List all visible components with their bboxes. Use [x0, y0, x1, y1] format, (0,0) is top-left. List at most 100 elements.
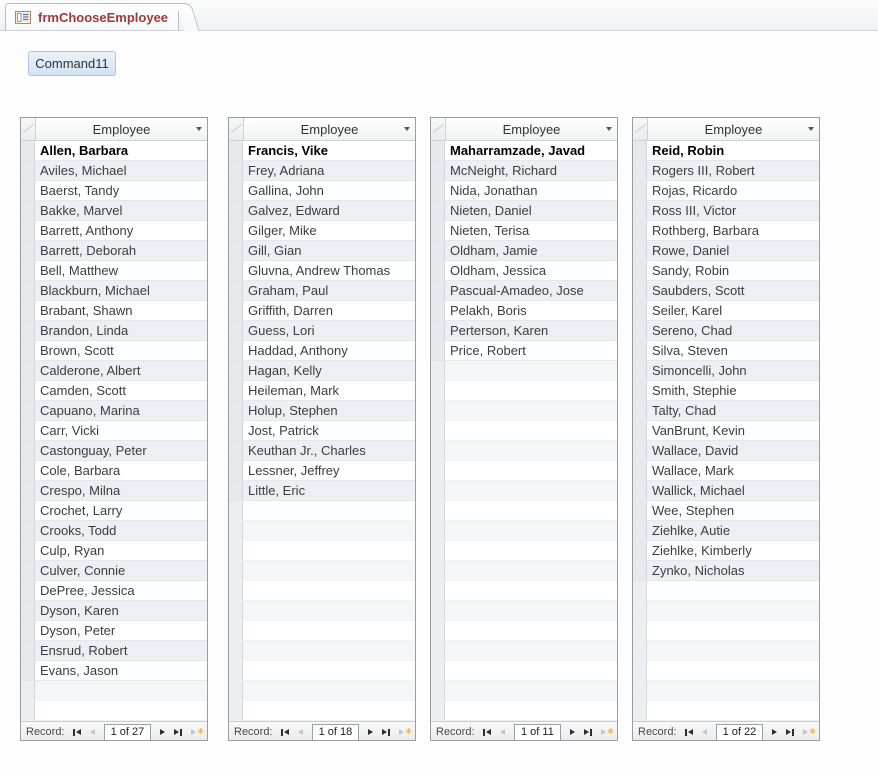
employee-name-cell[interactable]: Blackburn, Michael: [35, 281, 207, 300]
record-selector[interactable]: [229, 161, 243, 180]
record-selector[interactable]: [21, 601, 35, 620]
record-selector[interactable]: [431, 141, 445, 160]
employee-name-cell[interactable]: Guess, Lori: [243, 321, 415, 340]
select-all-corner[interactable]: [21, 118, 36, 140]
record-selector[interactable]: [21, 301, 35, 320]
employee-name-cell[interactable]: Camden, Scott: [35, 381, 207, 400]
last-record-button[interactable]: [379, 725, 393, 739]
employee-name-cell[interactable]: DePree, Jessica: [35, 581, 207, 600]
record-selector[interactable]: [21, 461, 35, 480]
record-selector[interactable]: [229, 181, 243, 200]
employee-name-cell[interactable]: Wee, Stephen: [647, 501, 819, 520]
record-position-box[interactable]: 1 of 27: [103, 723, 152, 740]
record-selector[interactable]: [21, 541, 35, 560]
employee-name-cell[interactable]: Maharramzade, Javad: [445, 141, 617, 160]
record-selector[interactable]: [229, 261, 243, 280]
employee-name-cell[interactable]: Frey, Adriana: [243, 161, 415, 180]
employee-name-cell[interactable]: Rojas, Ricardo: [647, 181, 819, 200]
employee-name-cell[interactable]: Pascual-Amadeo, Jose: [445, 281, 617, 300]
record-selector[interactable]: [21, 401, 35, 420]
record-selector[interactable]: [633, 321, 647, 340]
record-selector[interactable]: [21, 501, 35, 520]
record-selector[interactable]: [21, 321, 35, 340]
employee-name-cell[interactable]: Little, Eric: [243, 481, 415, 500]
employee-name-cell[interactable]: Gluvna, Andrew Thomas: [243, 261, 415, 280]
record-selector[interactable]: [633, 201, 647, 220]
record-selector[interactable]: [21, 561, 35, 580]
first-record-button[interactable]: [278, 725, 292, 739]
employee-name-cell[interactable]: Dyson, Peter: [35, 621, 207, 640]
employee-name-cell[interactable]: Evans, Jason: [35, 661, 207, 680]
record-selector[interactable]: [229, 221, 243, 240]
record-selector[interactable]: [21, 641, 35, 660]
record-selector[interactable]: [229, 381, 243, 400]
employee-name-cell[interactable]: Perterson, Karen: [445, 321, 617, 340]
employee-name-cell[interactable]: Wallace, Mark: [647, 461, 819, 480]
record-selector[interactable]: [633, 521, 647, 540]
record-selector[interactable]: [431, 341, 445, 360]
employee-name-cell[interactable]: Heileman, Mark: [243, 381, 415, 400]
record-selector[interactable]: [633, 441, 647, 460]
record-selector[interactable]: [21, 241, 35, 260]
tab-frmChooseEmployee[interactable]: frmChooseEmployee: [5, 3, 180, 30]
employee-name-cell[interactable]: Brabant, Shawn: [35, 301, 207, 320]
employee-name-cell[interactable]: Sereno, Chad: [647, 321, 819, 340]
record-selector[interactable]: [229, 141, 243, 160]
last-record-button[interactable]: [581, 725, 595, 739]
employee-name-cell[interactable]: Crochet, Larry: [35, 501, 207, 520]
employee-name-cell[interactable]: Ziehlke, Kimberly: [647, 541, 819, 560]
employee-name-cell[interactable]: Simoncelli, John: [647, 361, 819, 380]
record-selector[interactable]: [229, 421, 243, 440]
filter-dropdown-icon[interactable]: [196, 127, 202, 131]
employee-name-cell[interactable]: Graham, Paul: [243, 281, 415, 300]
employee-name-cell[interactable]: Rogers III, Robert: [647, 161, 819, 180]
record-selector[interactable]: [21, 161, 35, 180]
record-selector[interactable]: [633, 181, 647, 200]
column-header-employee[interactable]: Employee: [648, 118, 819, 140]
employee-name-cell[interactable]: Hagan, Kelly: [243, 361, 415, 380]
employee-name-cell[interactable]: Jost, Patrick: [243, 421, 415, 440]
employee-name-cell[interactable]: Saubders, Scott: [647, 281, 819, 300]
record-selector[interactable]: [229, 201, 243, 220]
employee-name-cell[interactable]: Bakke, Marvel: [35, 201, 207, 220]
record-selector[interactable]: [229, 321, 243, 340]
record-selector[interactable]: [431, 261, 445, 280]
employee-name-cell[interactable]: Sandy, Robin: [647, 261, 819, 280]
record-selector[interactable]: [21, 521, 35, 540]
employee-name-cell[interactable]: Nieten, Terisa: [445, 221, 617, 240]
employee-name-cell[interactable]: Nida, Jonathan: [445, 181, 617, 200]
employee-name-cell[interactable]: Zynko, Nicholas: [647, 561, 819, 580]
record-selector[interactable]: [21, 421, 35, 440]
record-selector[interactable]: [229, 481, 243, 500]
first-record-button[interactable]: [70, 725, 84, 739]
record-selector[interactable]: [633, 341, 647, 360]
select-all-corner[interactable]: [431, 118, 446, 140]
employee-name-cell[interactable]: Cole, Barbara: [35, 461, 207, 480]
record-selector[interactable]: [431, 241, 445, 260]
record-selector[interactable]: [21, 621, 35, 640]
employee-name-cell[interactable]: Lessner, Jeffrey: [243, 461, 415, 480]
new-record-button[interactable]: ✱: [396, 725, 415, 739]
employee-name-cell[interactable]: Francis, Vike: [243, 141, 415, 160]
employee-name-cell[interactable]: Brandon, Linda: [35, 321, 207, 340]
record-position-box[interactable]: 1 of 11: [513, 723, 562, 740]
employee-name-cell[interactable]: Barrett, Anthony: [35, 221, 207, 240]
record-selector[interactable]: [431, 161, 445, 180]
employee-name-cell[interactable]: Pelakh, Boris: [445, 301, 617, 320]
employee-name-cell[interactable]: Brown, Scott: [35, 341, 207, 360]
first-record-button[interactable]: [682, 725, 696, 739]
record-position-box[interactable]: 1 of 18: [311, 723, 360, 740]
record-position-box[interactable]: 1 of 22: [715, 723, 764, 740]
employee-name-cell[interactable]: Ross III, Victor: [647, 201, 819, 220]
record-selector[interactable]: [21, 481, 35, 500]
record-selector[interactable]: [431, 181, 445, 200]
record-selector[interactable]: [633, 561, 647, 580]
employee-name-cell[interactable]: Galvez, Edward: [243, 201, 415, 220]
command11-button[interactable]: Command11: [28, 51, 116, 76]
record-selector[interactable]: [633, 301, 647, 320]
record-selector[interactable]: [229, 241, 243, 260]
next-record-button[interactable]: [157, 725, 168, 739]
previous-record-button[interactable]: [497, 725, 508, 739]
employee-name-cell[interactable]: Gallina, John: [243, 181, 415, 200]
employee-name-cell[interactable]: Reid, Robin: [647, 141, 819, 160]
